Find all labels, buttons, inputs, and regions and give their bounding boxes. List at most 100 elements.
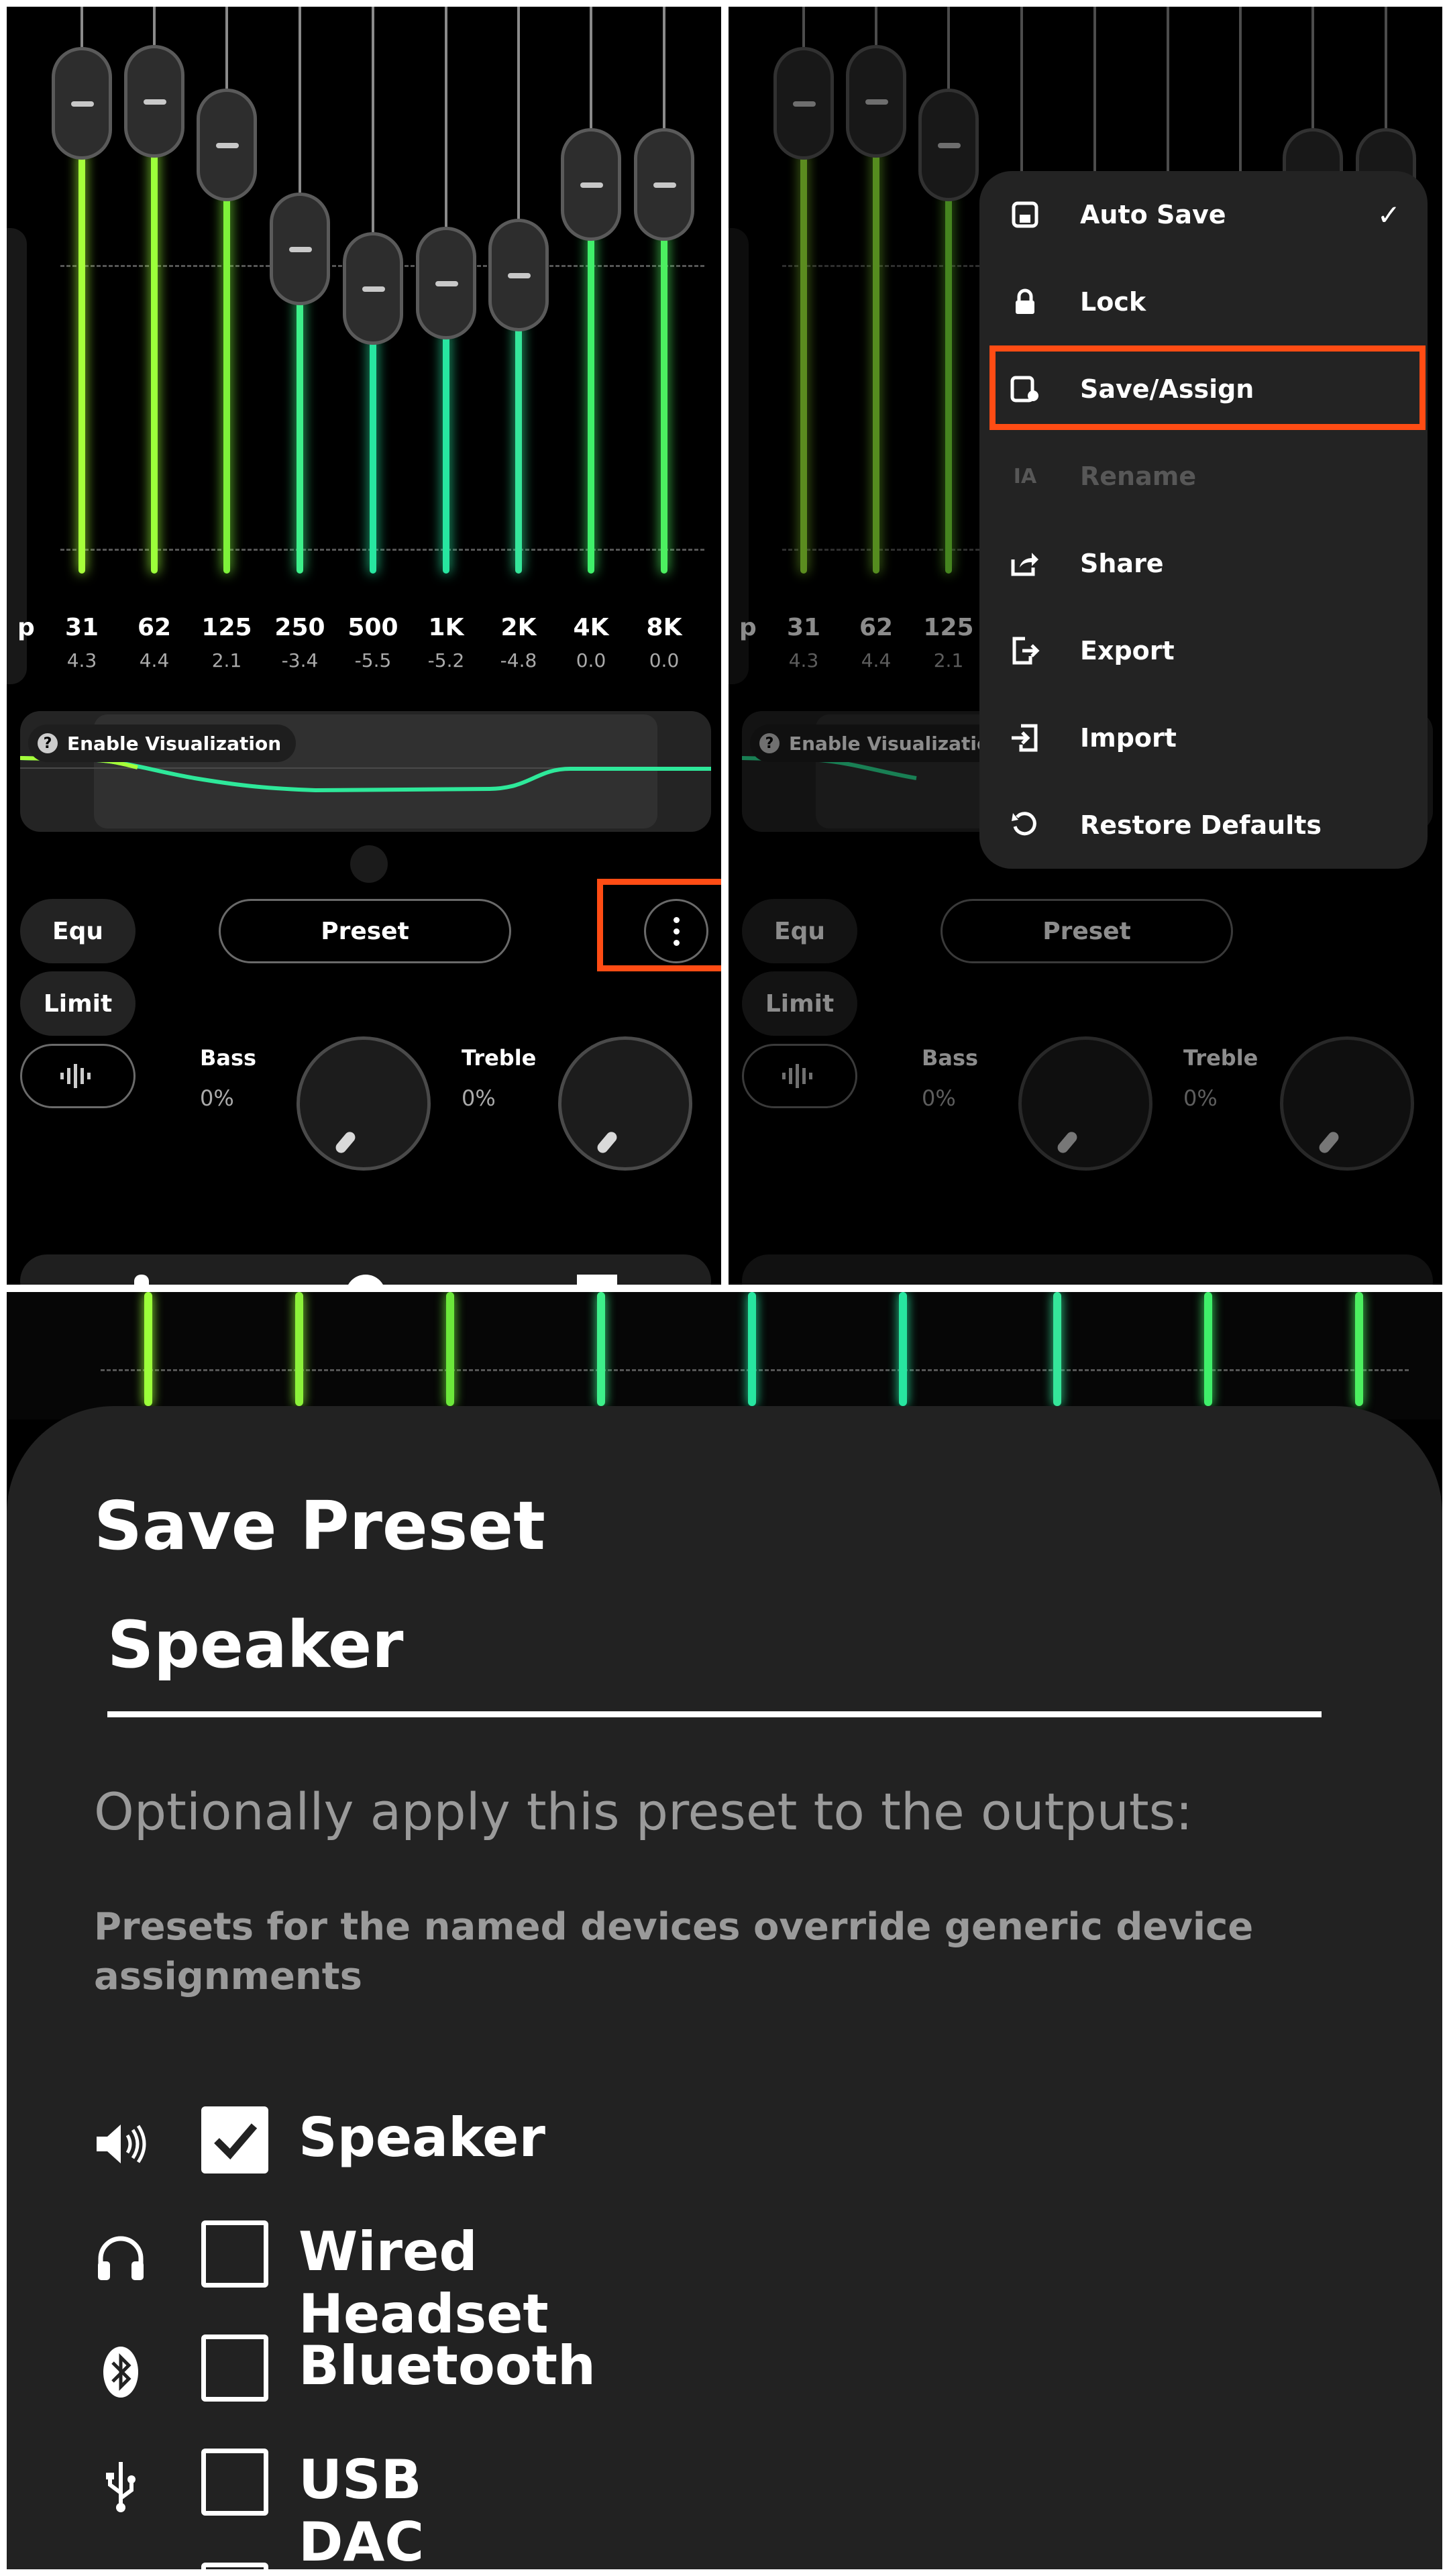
band-gain: -4.8 <box>500 649 537 672</box>
wired-headset-checkbox[interactable] <box>201 2220 268 2288</box>
slider-handle[interactable] <box>270 192 330 305</box>
preset-label: Preset <box>321 917 409 945</box>
preset-label: Preset <box>1042 917 1131 945</box>
save-icon <box>1009 199 1041 231</box>
band-gain: -5.5 <box>354 649 392 672</box>
slider-track <box>590 7 592 128</box>
chromecast-checkbox[interactable] <box>201 2563 268 2569</box>
eq-band-slider[interactable] <box>343 7 403 624</box>
waveform-icon <box>782 1064 812 1088</box>
eq-band-slider[interactable] <box>416 7 476 624</box>
help-icon: ? <box>759 733 780 753</box>
device-label: Bluetooth <box>299 2334 596 2397</box>
device-label: Wired Headset <box>299 2220 549 2345</box>
preset-name-input[interactable]: Speaker <box>107 1607 403 1682</box>
eq-band-slider[interactable] <box>846 7 906 624</box>
limit-button[interactable]: Limit <box>20 971 136 1036</box>
usb-dac-checkbox[interactable] <box>201 2449 268 2516</box>
preset-button[interactable]: Preset <box>219 899 511 963</box>
eq-band-slider[interactable] <box>197 7 257 624</box>
slider-handle[interactable] <box>773 46 834 160</box>
menu-item-restore-defaults[interactable]: Restore Defaults <box>979 782 1428 869</box>
device-label: USB DAC <box>299 2449 425 2569</box>
slider-track <box>1385 7 1387 128</box>
menu-item-share[interactable]: Share <box>979 520 1428 607</box>
band-frequency: 125 <box>201 614 252 641</box>
usb-icon <box>94 2459 148 2513</box>
menu-item-label: Import <box>1080 723 1177 753</box>
preset-button[interactable]: Preset <box>941 899 1233 963</box>
slider-track <box>947 7 950 89</box>
bottom-tab-bar[interactable] <box>742 1254 1433 1285</box>
bass-dial[interactable] <box>1018 1036 1152 1171</box>
enable-visualization-toggle[interactable]: ? Enable Visualization <box>750 724 1018 762</box>
bass-label: Bass <box>922 1045 979 1071</box>
treble-dial[interactable] <box>558 1036 692 1171</box>
eq-band-slider[interactable] <box>52 7 112 624</box>
eq-band-slider[interactable] <box>270 7 330 624</box>
band-frequency: 250 <box>274 614 325 641</box>
slider-track <box>802 7 805 47</box>
eq-band-slider[interactable] <box>918 7 979 624</box>
equ-button[interactable]: Equ <box>20 899 136 963</box>
rename-icon: IA <box>1013 464 1037 488</box>
equalizer-screen-menu-open: p 314.3624.41252.1250-3.4500-5.51K-5.22K… <box>729 7 1442 1285</box>
eq-band-slider[interactable] <box>773 7 834 624</box>
waveform-button[interactable] <box>20 1044 136 1108</box>
device-label: Chromecast <box>299 2563 657 2569</box>
tab-eq-icon[interactable] <box>134 1275 149 1285</box>
tab-profile-icon[interactable] <box>345 1275 386 1285</box>
bottom-tab-bar[interactable] <box>20 1254 711 1285</box>
slider-level <box>800 150 807 574</box>
waveform-button[interactable] <box>742 1044 857 1108</box>
slider-track <box>372 7 374 233</box>
eq-band-slider[interactable] <box>488 7 549 624</box>
enable-visualization-toggle[interactable]: ? Enable Visualization <box>28 724 297 762</box>
slider-handle[interactable] <box>918 88 979 201</box>
band-gain: 0.0 <box>649 649 680 672</box>
menu-item-label: Export <box>1080 636 1175 665</box>
tab-list-icon[interactable] <box>577 1275 617 1285</box>
band-gain: 2.1 <box>933 649 964 672</box>
equ-button[interactable]: Equ <box>742 899 857 963</box>
slider-handle[interactable] <box>52 46 112 160</box>
treble-dial[interactable] <box>1280 1036 1414 1171</box>
menu-item-auto-save[interactable]: Auto Save ✓ <box>979 171 1428 258</box>
treble-label: Treble <box>1183 1045 1258 1071</box>
slider-handle[interactable] <box>416 226 476 339</box>
limit-button[interactable]: Limit <box>742 971 857 1036</box>
slider-level <box>151 148 158 574</box>
slider-level <box>588 231 594 574</box>
slider-handle[interactable] <box>634 128 694 241</box>
menu-item-rename[interactable]: IA Rename <box>979 433 1428 520</box>
overflow-menu: Auto Save ✓ Lock Save/Assign IA Rename S… <box>979 171 1428 869</box>
speaker-checkbox[interactable] <box>201 2106 268 2174</box>
highlight-menu-button <box>597 879 721 971</box>
treble-value: 0% <box>462 1085 496 1111</box>
slider-handle[interactable] <box>561 128 621 241</box>
slider-track <box>153 7 156 45</box>
eq-band-slider[interactable] <box>124 7 184 624</box>
limit-label: Limit <box>765 989 835 1018</box>
slider-handle[interactable] <box>124 44 184 158</box>
export-icon <box>1009 635 1041 667</box>
eq-band-slider[interactable] <box>634 7 694 624</box>
eq-band-slider[interactable] <box>561 7 621 624</box>
headset-icon <box>94 2231 148 2285</box>
equalizer-screen: p 31 4.3 62 4.4 125 2.1 250 -3.4 500 -5.5 1K -5.2 2K… <box>7 7 721 1285</box>
menu-item-lock[interactable]: Lock <box>979 258 1428 345</box>
slider-level <box>223 191 230 574</box>
slider-handle[interactable] <box>343 232 403 345</box>
slider-handle[interactable] <box>488 219 549 332</box>
slider-level <box>515 322 522 574</box>
menu-item-label: Auto Save <box>1080 200 1226 229</box>
slider-handle[interactable] <box>197 88 257 201</box>
slider-handle[interactable] <box>846 44 906 158</box>
menu-item-label: Lock <box>1080 287 1146 317</box>
bluetooth-checkbox[interactable] <box>201 2334 268 2402</box>
slider-track <box>80 7 83 47</box>
menu-item-import[interactable]: Import <box>979 694 1428 782</box>
menu-item-export[interactable]: Export <box>979 607 1428 694</box>
bass-dial[interactable] <box>297 1036 431 1171</box>
eq-level-line <box>597 1292 605 1406</box>
